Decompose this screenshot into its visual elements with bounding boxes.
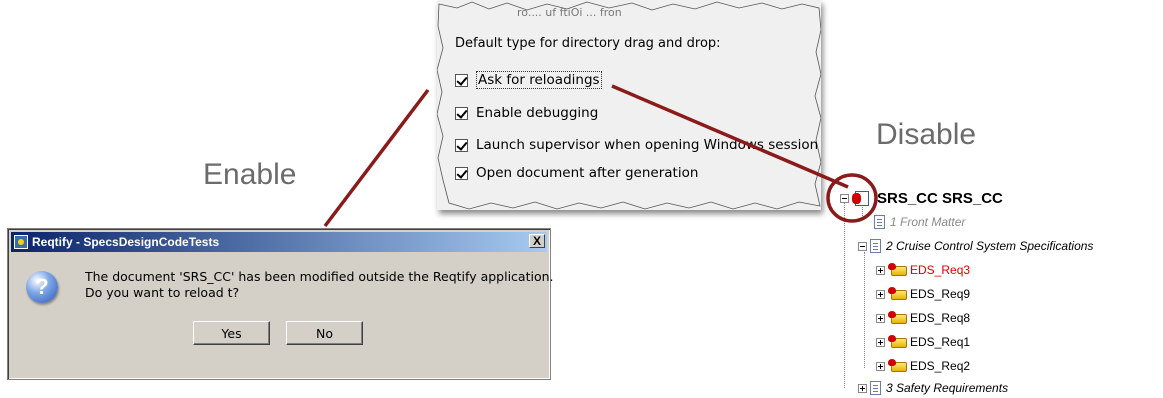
enable-connector-line <box>323 88 430 228</box>
tree-item-label: EDS_Req3 <box>910 263 971 277</box>
tree-item-cruise-control[interactable]: 2 Cruise Control System Specifications <box>858 236 1093 256</box>
option-label: Open document after generation <box>476 165 699 181</box>
tree-root[interactable]: SRS_CC SRS_CC <box>840 188 1003 208</box>
requirement-icon <box>888 263 908 277</box>
tree-item-label: EDS_Req8 <box>910 311 971 325</box>
tree-item-safety[interactable]: 3 Safety Requirements <box>858 378 1008 398</box>
option-ask-for-reloadings[interactable]: Ask for reloadings <box>455 70 602 90</box>
yes-button[interactable]: Yes <box>193 321 270 345</box>
option-label: Ask for reloadings <box>476 71 602 89</box>
dialog-message-line2: Do you want to reload t? <box>85 285 240 300</box>
tree-item-eds-req9[interactable]: EDS_Req9 <box>876 284 970 304</box>
checkbox-checked-icon[interactable] <box>455 73 468 87</box>
checkbox-checked-icon[interactable] <box>455 138 468 152</box>
option-label: Enable debugging <box>476 105 599 121</box>
tree-item-eds-req3[interactable]: EDS_Req3 <box>876 260 970 280</box>
tree-item-eds-req2[interactable]: EDS_Req2 <box>876 356 970 376</box>
option-open-document[interactable]: Open document after generation <box>455 163 698 183</box>
dialog-title: Reqtify - SpecsDesignCodeTests <box>32 235 220 249</box>
disable-label: Disable <box>876 118 977 151</box>
dialog-message-line1: The document 'SRS_CC' has been modified … <box>85 269 554 284</box>
tree-item-label: 1 Front Matter <box>890 215 966 229</box>
tree-connector <box>864 252 865 368</box>
reload-dialog: Reqtify - SpecsDesignCodeTests X ? The d… <box>7 228 554 380</box>
collapse-icon[interactable] <box>840 193 849 203</box>
checkbox-checked-icon[interactable] <box>455 106 468 120</box>
section-icon <box>870 381 881 395</box>
dialog-titlebar[interactable]: Reqtify - SpecsDesignCodeTests X <box>11 232 547 252</box>
expand-icon[interactable] <box>876 289 885 299</box>
requirement-icon <box>888 287 908 301</box>
checkbox-checked-icon[interactable] <box>455 166 468 180</box>
document-tree: SRS_CC SRS_CC 1 Front Matter 2 Cruise Co… <box>840 184 1163 395</box>
expand-icon[interactable] <box>876 265 885 275</box>
tree-item-label: EDS_Req2 <box>910 359 971 373</box>
expand-icon[interactable] <box>876 313 885 323</box>
tree-item-eds-req1[interactable]: EDS_Req1 <box>876 332 970 352</box>
option-launch-supervisor[interactable]: Launch supervisor when opening Windows s… <box>455 135 818 155</box>
requirement-icon <box>888 311 908 325</box>
close-button[interactable]: X <box>529 234 545 248</box>
document-root-icon <box>852 189 874 207</box>
expand-icon[interactable] <box>876 361 885 371</box>
panel-heading: Default type for directory drag and drop… <box>455 36 721 51</box>
question-icon: ? <box>26 271 58 303</box>
option-label: Launch supervisor when opening Windows s… <box>476 137 819 153</box>
app-icon <box>14 235 28 249</box>
collapse-icon[interactable] <box>858 241 867 251</box>
tree-item-eds-req8[interactable]: EDS_Req8 <box>876 308 970 328</box>
section-icon <box>870 239 881 253</box>
requirement-icon <box>888 335 908 349</box>
expand-icon[interactable] <box>858 383 867 393</box>
panel-faint-text: ro.... uf ftiOi ... fron <box>517 6 622 19</box>
enable-label: Enable <box>203 158 297 191</box>
tree-root-label: SRS_CC SRS_CC <box>877 189 1003 207</box>
tree-item-front-matter[interactable]: 1 Front Matter <box>874 212 965 232</box>
no-button[interactable]: No <box>286 321 363 345</box>
section-icon <box>874 215 885 229</box>
tree-connector <box>844 198 845 388</box>
option-enable-debugging[interactable]: Enable debugging <box>455 103 598 123</box>
tree-item-label: EDS_Req9 <box>910 287 971 301</box>
tree-item-label: 3 Safety Requirements <box>886 381 1009 395</box>
tree-item-label: EDS_Req1 <box>910 335 971 349</box>
tree-item-label: 2 Cruise Control System Specifications <box>886 239 1094 253</box>
requirement-icon <box>888 359 908 373</box>
options-panel: ro.... uf ftiOi ... fron Default type fo… <box>437 0 821 210</box>
expand-icon[interactable] <box>876 337 885 347</box>
